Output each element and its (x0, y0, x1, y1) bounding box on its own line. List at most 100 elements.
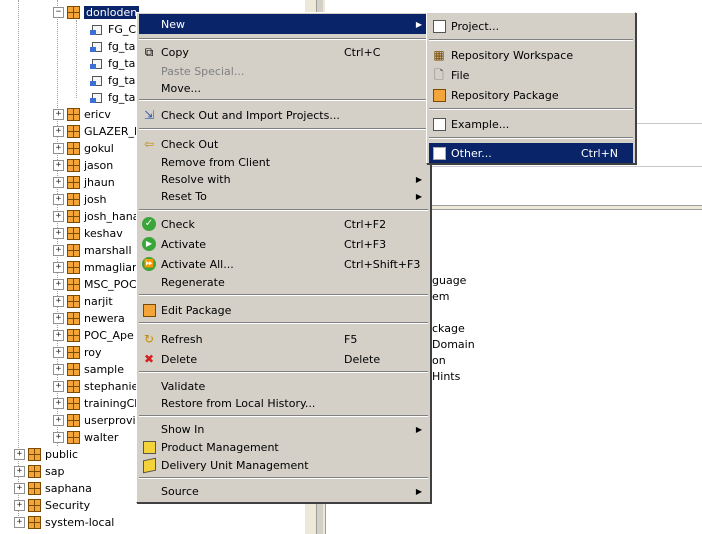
tree-node-package[interactable]: + MSC_POC (53, 276, 137, 293)
expand-icon[interactable]: + (53, 279, 64, 290)
expand-icon[interactable]: + (53, 211, 64, 222)
menu-item-reset-to[interactable]: Reset To ▶ (139, 186, 428, 206)
menu-separator (139, 209, 428, 211)
menu-item-copy[interactable]: ⧉ Copy Ctrl+C (139, 42, 428, 62)
package-icon (67, 329, 80, 342)
menu-item-new[interactable]: New ▶ (139, 14, 428, 34)
tree-node-package[interactable]: + gokul (53, 140, 114, 157)
expand-icon[interactable]: + (53, 194, 64, 205)
menu-item-move[interactable]: Move... (139, 78, 428, 98)
menu-item-repository-package[interactable]: Repository Package (429, 85, 633, 105)
menu-separator (429, 39, 633, 41)
package-icon (67, 108, 80, 121)
tree-node-package[interactable]: + newera (53, 310, 125, 327)
tree-node-package[interactable]: + trainingCh (53, 395, 141, 412)
tree-node-package[interactable]: + mmagliard (53, 259, 143, 276)
tree-node-package[interactable]: + roy (53, 344, 102, 361)
menu-item-regenerate[interactable]: Regenerate (139, 272, 428, 292)
new-example-icon (433, 118, 446, 131)
expand-icon[interactable]: + (53, 160, 64, 171)
expand-icon[interactable]: + (53, 347, 64, 358)
tree-node-root-package[interactable]: + sap (14, 463, 64, 480)
tree-node-root-package[interactable]: + Security (14, 497, 90, 514)
menu-item-product-management[interactable]: Product Management (139, 437, 428, 457)
property-label: guage (432, 274, 467, 287)
tree-node-package[interactable]: + userprovis (53, 412, 141, 429)
tree-node-package[interactable]: + GLAZER_F (53, 123, 140, 140)
menu-item-refresh[interactable]: ↻ Refresh F5 (139, 329, 428, 349)
tree-node-package[interactable]: + walter (53, 429, 118, 446)
expand-icon[interactable]: + (53, 262, 64, 273)
property-label: Hints (432, 370, 461, 383)
menu-item-other[interactable]: Other... Ctrl+N (429, 143, 633, 163)
expand-icon[interactable]: + (53, 415, 64, 426)
tree-node-package[interactable]: + ericv (53, 106, 111, 123)
tree-node-label: gokul (84, 142, 114, 155)
menu-item-repository-workspace[interactable]: ▦ Repository Workspace (429, 45, 633, 65)
package-icon (67, 380, 80, 393)
menu-item-project[interactable]: Project... (429, 16, 633, 36)
submenu-arrow-icon: ▶ (415, 424, 422, 434)
tree-node-package[interactable]: + marshall (53, 242, 132, 259)
menu-item-check-out[interactable]: ⇦ Check Out (139, 134, 428, 154)
expand-icon[interactable]: + (53, 398, 64, 409)
package-icon (28, 516, 41, 529)
expand-icon[interactable]: + (53, 364, 64, 375)
menu-item-check-out-import[interactable]: ⇲ Check Out and Import Projects... (139, 105, 428, 125)
tree-node-package[interactable]: + stephanie (53, 378, 138, 395)
tree-node-package[interactable]: + POC_Ape (53, 327, 134, 344)
menu-item-check[interactable]: ✓ Check Ctrl+F2 (139, 214, 428, 234)
menu-item-edit-package[interactable]: Edit Package (139, 300, 428, 320)
menu-item-restore-history[interactable]: Restore from Local History... (139, 393, 428, 413)
tree-child[interactable]: fg_tas (90, 38, 141, 55)
tree-child[interactable]: fg_tas (90, 89, 141, 106)
menu-item-activate-all[interactable]: ⏩ Activate All... Ctrl+Shift+F3 (139, 254, 428, 274)
expand-icon[interactable]: + (53, 432, 64, 443)
menu-item-show-in[interactable]: Show In ▶ (139, 419, 428, 439)
expand-icon[interactable]: + (14, 517, 25, 528)
tree-node-package[interactable]: + narjit (53, 293, 113, 310)
tree-child[interactable]: fg_tas (90, 55, 141, 72)
expand-icon[interactable]: + (53, 228, 64, 239)
tree-node-root-package[interactable]: + public (14, 446, 78, 463)
expand-icon[interactable]: + (53, 177, 64, 188)
tree-node-package[interactable]: + jason (53, 157, 113, 174)
menu-item-example[interactable]: Example... (429, 114, 633, 134)
menu-item-source[interactable]: Source ▶ (139, 481, 428, 501)
expand-icon[interactable]: + (53, 109, 64, 120)
activate-all-icon: ⏩ (142, 257, 156, 271)
menu-label: Delete (161, 352, 198, 366)
package-icon (67, 414, 80, 427)
expand-icon[interactable]: + (53, 143, 64, 154)
menu-item-file[interactable]: 🗋 File (429, 65, 633, 85)
tree-node-label: roy (84, 346, 102, 359)
tree-node-package[interactable]: + keshav (53, 225, 123, 242)
tree-node-package[interactable]: + sample (53, 361, 124, 378)
collapse-icon[interactable]: − (53, 7, 64, 18)
expand-icon[interactable]: + (14, 483, 25, 494)
menu-separator (139, 38, 428, 40)
menu-item-activate[interactable]: ▶ Activate Ctrl+F3 (139, 234, 428, 254)
expand-icon[interactable]: + (14, 449, 25, 460)
expand-icon[interactable]: + (14, 466, 25, 477)
package-icon (67, 210, 80, 223)
tree-node-package[interactable]: + jhaun (53, 174, 115, 191)
expand-icon[interactable]: + (53, 126, 64, 137)
tree-node-package[interactable]: + josh (53, 191, 107, 208)
tree-node-selected[interactable]: − donloden (53, 4, 140, 21)
menu-label: Show In (161, 422, 205, 436)
expand-icon[interactable]: + (53, 296, 64, 307)
menu-item-delete[interactable]: ✖ Delete Delete (139, 349, 428, 369)
expand-icon[interactable]: + (14, 500, 25, 511)
menu-item-delivery-unit-management[interactable]: Delivery Unit Management (139, 455, 428, 475)
expand-icon[interactable]: + (53, 330, 64, 341)
tree-node-package[interactable]: + josh_hana (53, 208, 139, 225)
expand-icon[interactable]: + (53, 245, 64, 256)
submenu-arrow-icon: ▶ (415, 19, 422, 29)
tree-node-root-package[interactable]: + saphana (14, 480, 92, 497)
tree-node-root-package[interactable]: + system-local (14, 514, 114, 531)
expand-icon[interactable]: + (53, 381, 64, 392)
menu-label: Copy (161, 45, 189, 59)
tree-child[interactable]: fg_tas (90, 72, 141, 89)
expand-icon[interactable]: + (53, 313, 64, 324)
